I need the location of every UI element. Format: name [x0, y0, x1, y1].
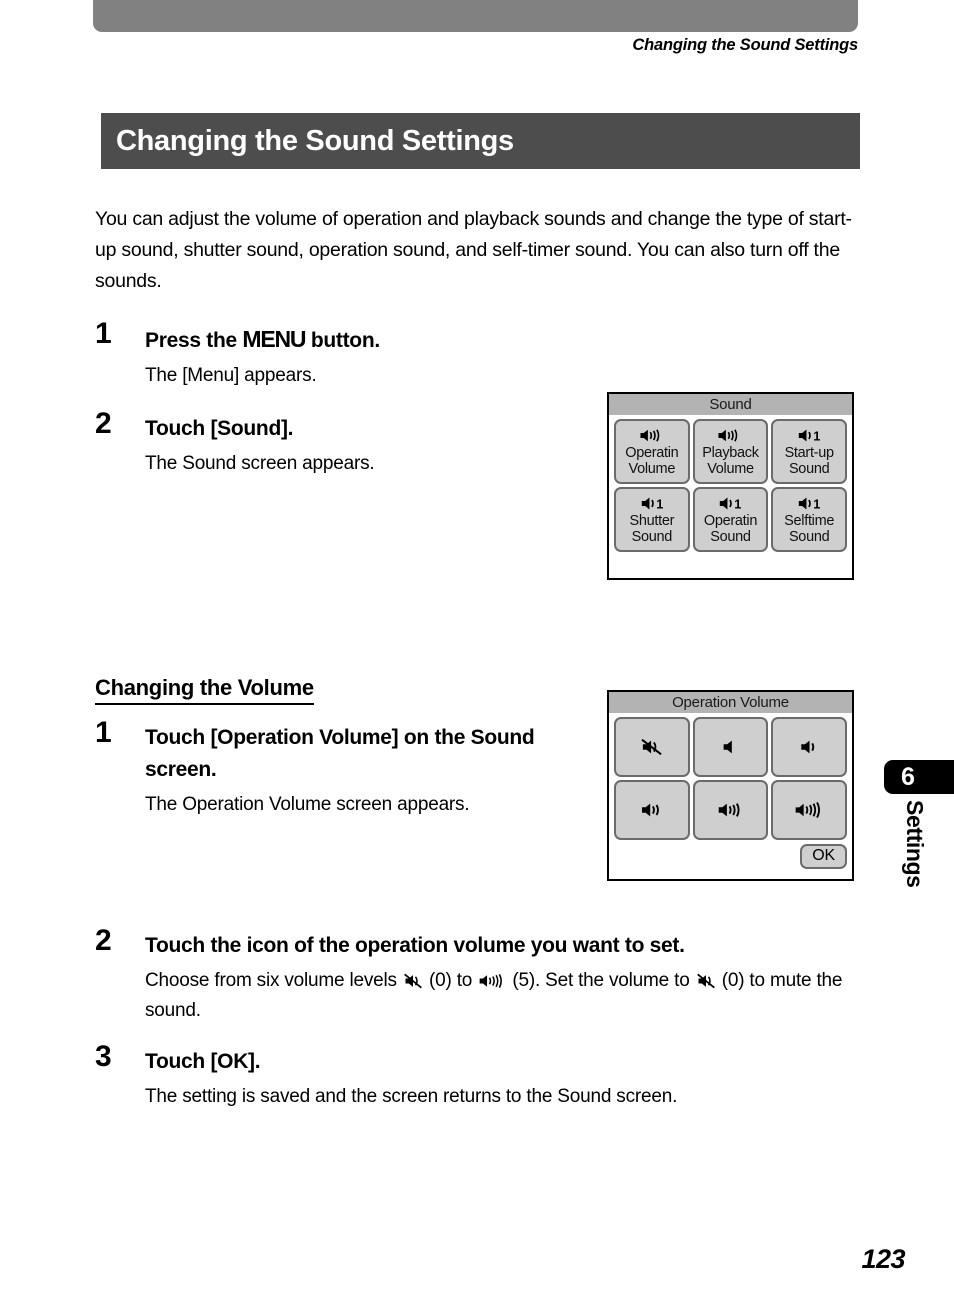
step-description: The [Menu] appears. — [145, 364, 317, 386]
button-label-line2: Sound — [631, 528, 673, 545]
intro-paragraph: You can adjust the volume of operation a… — [95, 207, 852, 292]
sound-button-shutter-sound[interactable]: 1 Shutter Sound — [614, 487, 690, 552]
step-title-prefix: Press the — [145, 328, 243, 352]
volume-screen-title: Operation Volume — [609, 692, 852, 713]
step-1: 1 Press the MENU button. The [Menu] appe… — [95, 317, 859, 391]
volume-level-3-button[interactable] — [614, 780, 690, 840]
step-title: Touch [Operation Volume] on the Sound sc… — [145, 725, 535, 781]
speaker-tone-icon: 1 — [798, 496, 821, 511]
step-body: Touch [OK]. The setting is saved and the… — [145, 1046, 859, 1112]
step-title: Touch the icon of the operation volume y… — [145, 933, 685, 957]
subsection-heading: Changing the Volume — [95, 675, 314, 705]
chapter-number: 6 — [901, 762, 915, 791]
svg-text:1: 1 — [656, 496, 663, 511]
step-title-suffix: button. — [305, 328, 380, 352]
button-label-line2: Volume — [628, 460, 676, 477]
button-label-line1: Operatin — [625, 444, 679, 461]
svg-text:1: 1 — [813, 496, 820, 511]
speaker-mute-icon — [641, 738, 662, 756]
svg-text:1: 1 — [813, 428, 820, 443]
sub-step-2: 2 Touch the icon of the operation volume… — [95, 924, 859, 1026]
speaker-level-1-icon — [724, 740, 733, 754]
speaker-level-5-icon — [479, 973, 503, 988]
step-number: 2 — [95, 923, 112, 957]
step-description: Choose from six volume levels (0) to (5)… — [145, 966, 859, 1026]
menu-button-glyph: MENU — [242, 325, 306, 352]
speaker-tone-icon: 1 — [798, 428, 821, 443]
button-label-line2: Sound — [788, 460, 830, 477]
sound-button-operation-volume[interactable]: Operatin Volume — [614, 419, 690, 484]
title-accent-bar — [94, 113, 101, 169]
chapter-label: Settings — [902, 800, 928, 888]
speaker-level-2-icon — [800, 740, 814, 754]
volume-level-2-button[interactable] — [771, 717, 847, 777]
step-number: 1 — [95, 316, 112, 350]
sound-button-playback-volume[interactable]: Playback Volume — [692, 419, 769, 484]
step-body: Press the MENU button. The [Menu] appear… — [145, 323, 859, 391]
button-label-line1: Playback — [702, 444, 759, 461]
speaker-tone-icon: 1 — [641, 496, 663, 511]
running-head: Changing the Sound Settings — [632, 36, 858, 54]
button-label-line2: Sound — [788, 528, 830, 545]
step-number: 3 — [95, 1039, 112, 1073]
volume-screen-ok-row: OK — [609, 842, 852, 873]
step-title: Touch [OK]. — [145, 1049, 261, 1073]
speaker-level-3-icon — [641, 803, 659, 817]
operation-volume-screen-mockup: Operation Volume OK — [607, 690, 854, 881]
speaker-volume-icon — [640, 428, 660, 442]
step-title: Press the MENU button. — [145, 323, 859, 357]
main-content: You can adjust the volume of operation a… — [95, 184, 859, 1112]
button-label-line2: Sound — [710, 528, 751, 545]
page-title-bar: Changing the Sound Settings — [94, 113, 860, 169]
desc-part-3: (5). Set the volume to — [507, 969, 695, 991]
volume-level-5-button[interactable] — [771, 780, 847, 840]
svg-text:1: 1 — [735, 496, 742, 511]
desc-part-1: Choose from six volume levels — [145, 969, 402, 991]
step-body: Touch [Operation Volume] on the Sound sc… — [145, 722, 605, 820]
step-number: 2 — [95, 406, 112, 440]
header-gray-bar — [93, 0, 858, 32]
sound-screen-grid: Operatin Volume Playback Volume 1 Start-… — [609, 415, 852, 554]
sound-button-operation-sound[interactable]: 1 Operatin Sound — [692, 487, 769, 552]
speaker-tone-icon: 1 — [720, 496, 742, 511]
speaker-level-5-icon — [795, 801, 821, 819]
step-number: 1 — [95, 715, 112, 749]
button-label-line1: Operatin — [703, 512, 758, 529]
desc-part-2: (0) to — [423, 969, 478, 991]
page-title: Changing the Sound Settings — [116, 124, 514, 157]
button-label-line1: Shutter — [629, 512, 675, 529]
step-description: The setting is saved and the screen retu… — [145, 1085, 678, 1107]
button-label-line2: Volume — [707, 460, 754, 477]
sound-button-startup-sound[interactable]: 1 Start-up Sound — [771, 419, 847, 484]
sound-button-selftimer-sound[interactable]: 1 Selftime Sound — [771, 487, 847, 552]
volume-level-4-button[interactable] — [692, 780, 769, 840]
volume-screen-grid — [609, 713, 852, 842]
volume-level-0-button[interactable] — [614, 717, 690, 777]
step-body: Touch the icon of the operation volume y… — [145, 930, 859, 1026]
button-label-line1: Start-up — [784, 444, 834, 461]
chapter-tab: 6 — [884, 760, 954, 794]
sound-screen-mockup: Sound Operatin Volume Playback Volume 1 … — [607, 392, 854, 580]
step-description: The Operation Volume screen appears. — [145, 793, 470, 815]
sub-step-3: 3 Touch [OK]. The setting is saved and t… — [95, 1040, 859, 1112]
ok-button[interactable]: OK — [800, 844, 847, 869]
speaker-volume-icon — [718, 428, 738, 442]
sound-screen-title: Sound — [609, 394, 852, 415]
volume-level-1-button[interactable] — [692, 717, 769, 777]
speaker-mute-icon — [696, 973, 715, 988]
button-label-line1: Selftime — [784, 512, 835, 529]
speaker-mute-icon — [404, 973, 422, 988]
page-number: 123 — [861, 1244, 905, 1274]
speaker-level-4-icon — [718, 803, 740, 817]
